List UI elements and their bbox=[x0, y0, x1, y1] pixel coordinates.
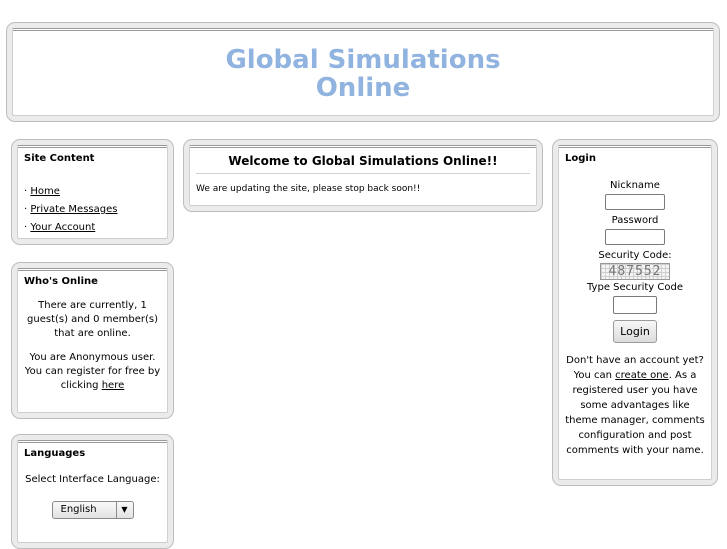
welcome-message: We are updating the site, please stop ba… bbox=[196, 184, 421, 194]
register-here-link[interactable]: here bbox=[102, 380, 125, 391]
whos-online-block: Who's Online There are currently, 1 gues… bbox=[11, 262, 174, 419]
register-suffix-text: . As a registered user you have some adv… bbox=[565, 370, 705, 456]
site-content-title: Site Content bbox=[24, 153, 95, 164]
dropdown-arrow-icon: ▼ bbox=[115, 502, 133, 518]
site-title: Global Simulations Online bbox=[13, 46, 713, 102]
create-account-link[interactable]: create one bbox=[615, 370, 669, 381]
languages-body: Select Interface Language: English ▼ bbox=[18, 459, 167, 519]
menu-item-your-account: · Your Account bbox=[24, 219, 167, 237]
private-messages-link[interactable]: Private Messages bbox=[30, 204, 117, 215]
online-status-text: There are currently, 1 guest(s) and 0 me… bbox=[27, 300, 158, 339]
menu-item-private-messages: · Private Messages bbox=[24, 201, 167, 219]
site-title-line2: Online bbox=[315, 73, 411, 103]
anonymous-text: You are Anonymous user. You can register… bbox=[24, 352, 161, 391]
login-button[interactable]: Login bbox=[613, 320, 657, 343]
language-prompt: Select Interface Language: bbox=[25, 474, 160, 485]
security-code-input[interactable] bbox=[613, 296, 657, 314]
type-security-code-label: Type Security Code bbox=[587, 282, 683, 293]
languages-block: Languages Select Interface Language: Eng… bbox=[11, 434, 174, 549]
security-code-label: Security Code: bbox=[598, 250, 672, 261]
site-content-menu: · Home · Private Messages · Your Account bbox=[18, 164, 167, 237]
nickname-input[interactable] bbox=[605, 194, 665, 210]
whos-online-title: Who's Online bbox=[24, 276, 98, 287]
security-code-image: 487552 bbox=[600, 263, 670, 280]
password-input[interactable] bbox=[605, 229, 665, 245]
login-form: Nickname Password Security Code: 487552 … bbox=[559, 164, 711, 458]
password-label: Password bbox=[611, 215, 659, 226]
site-content-block: Site Content · Home · Private Messages ·… bbox=[11, 139, 174, 245]
language-select[interactable]: English ▼ bbox=[51, 501, 134, 519]
anonymous-text-block: You are Anonymous user. You can register… bbox=[22, 351, 163, 393]
whos-online-body: There are currently, 1 guest(s) and 0 me… bbox=[18, 287, 167, 393]
nickname-label: Nickname bbox=[610, 180, 660, 191]
register-info: Don't have an account yet? You can creat… bbox=[559, 353, 711, 458]
welcome-title: Welcome to Global Simulations Online!! bbox=[196, 148, 530, 174]
home-link[interactable]: Home bbox=[30, 186, 60, 197]
your-account-link[interactable]: Your Account bbox=[30, 222, 95, 233]
login-title: Login bbox=[565, 153, 596, 164]
menu-item-home: · Home bbox=[24, 183, 167, 201]
languages-title: Languages bbox=[24, 448, 86, 459]
site-header: Global Simulations Online bbox=[6, 22, 720, 122]
menu-bullet: · bbox=[24, 222, 28, 233]
language-select-value: English bbox=[60, 504, 97, 515]
site-title-line1: Global Simulations bbox=[225, 45, 501, 75]
welcome-block: Welcome to Global Simulations Online!! W… bbox=[183, 139, 543, 212]
login-block: Login Nickname Password Security Code: 4… bbox=[552, 139, 718, 486]
menu-bullet: · bbox=[24, 204, 28, 215]
menu-bullet: · bbox=[24, 186, 28, 197]
